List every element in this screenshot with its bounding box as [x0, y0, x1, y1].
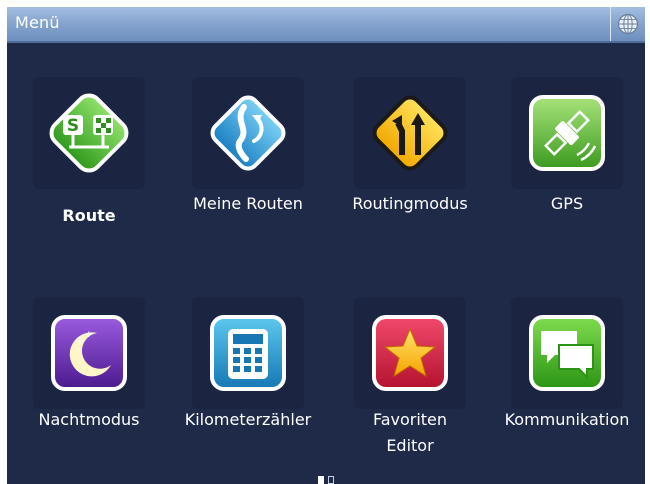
menu-item-communication[interactable]: Kommunikation — [492, 297, 642, 457]
svg-text:+: + — [75, 334, 85, 348]
menu-item-label-line2: Editor — [386, 436, 434, 455]
menu-item-label: GPS — [550, 194, 584, 213]
svg-text:+: + — [85, 330, 93, 340]
globe-button[interactable] — [610, 7, 645, 41]
menu-item-label: Route — [62, 206, 116, 225]
route-icon: S — [49, 93, 129, 173]
favorites-icon — [372, 315, 448, 391]
svg-text:S: S — [67, 116, 79, 136]
menu-item-my-routes[interactable]: Meine Routen — [173, 77, 323, 237]
globe-icon — [617, 13, 639, 35]
page-dot[interactable] — [328, 476, 334, 484]
menu-item-favorites-editor[interactable]: Favoriten Editor — [335, 297, 485, 467]
communication-icon — [529, 315, 605, 391]
menu-item-odometer[interactable]: Kilometerzähler — [173, 297, 323, 457]
menu-item-label: Meine Routen — [193, 194, 303, 213]
routing-mode-icon — [372, 95, 448, 171]
page-title: Menü — [15, 13, 60, 32]
menu-screen: Menü S Route Meine Routen Routingmodus G… — [7, 7, 645, 484]
menu-item-gps[interactable]: GPS — [492, 77, 642, 237]
menu-item-routing-mode[interactable]: Routingmodus — [335, 77, 485, 237]
gps-icon — [529, 95, 605, 171]
menu-item-night-mode[interactable]: + + Nachtmodus — [14, 297, 164, 457]
menu-item-label-line1: Favoriten — [372, 410, 448, 429]
page-dot-active[interactable] — [318, 476, 324, 484]
night-mode-icon: + + — [51, 315, 127, 391]
odometer-icon — [210, 315, 286, 391]
page-indicator — [318, 476, 334, 484]
menu-item-label: Kommunikation — [504, 410, 630, 429]
menu-item-label: Routingmodus — [352, 194, 468, 213]
menu-item-label: Nachtmodus — [38, 410, 140, 429]
menu-item-route[interactable]: S Route — [14, 77, 164, 237]
title-bar: Menü — [7, 7, 645, 43]
menu-item-label: Kilometerzähler — [184, 410, 312, 429]
my-routes-icon — [210, 95, 286, 171]
